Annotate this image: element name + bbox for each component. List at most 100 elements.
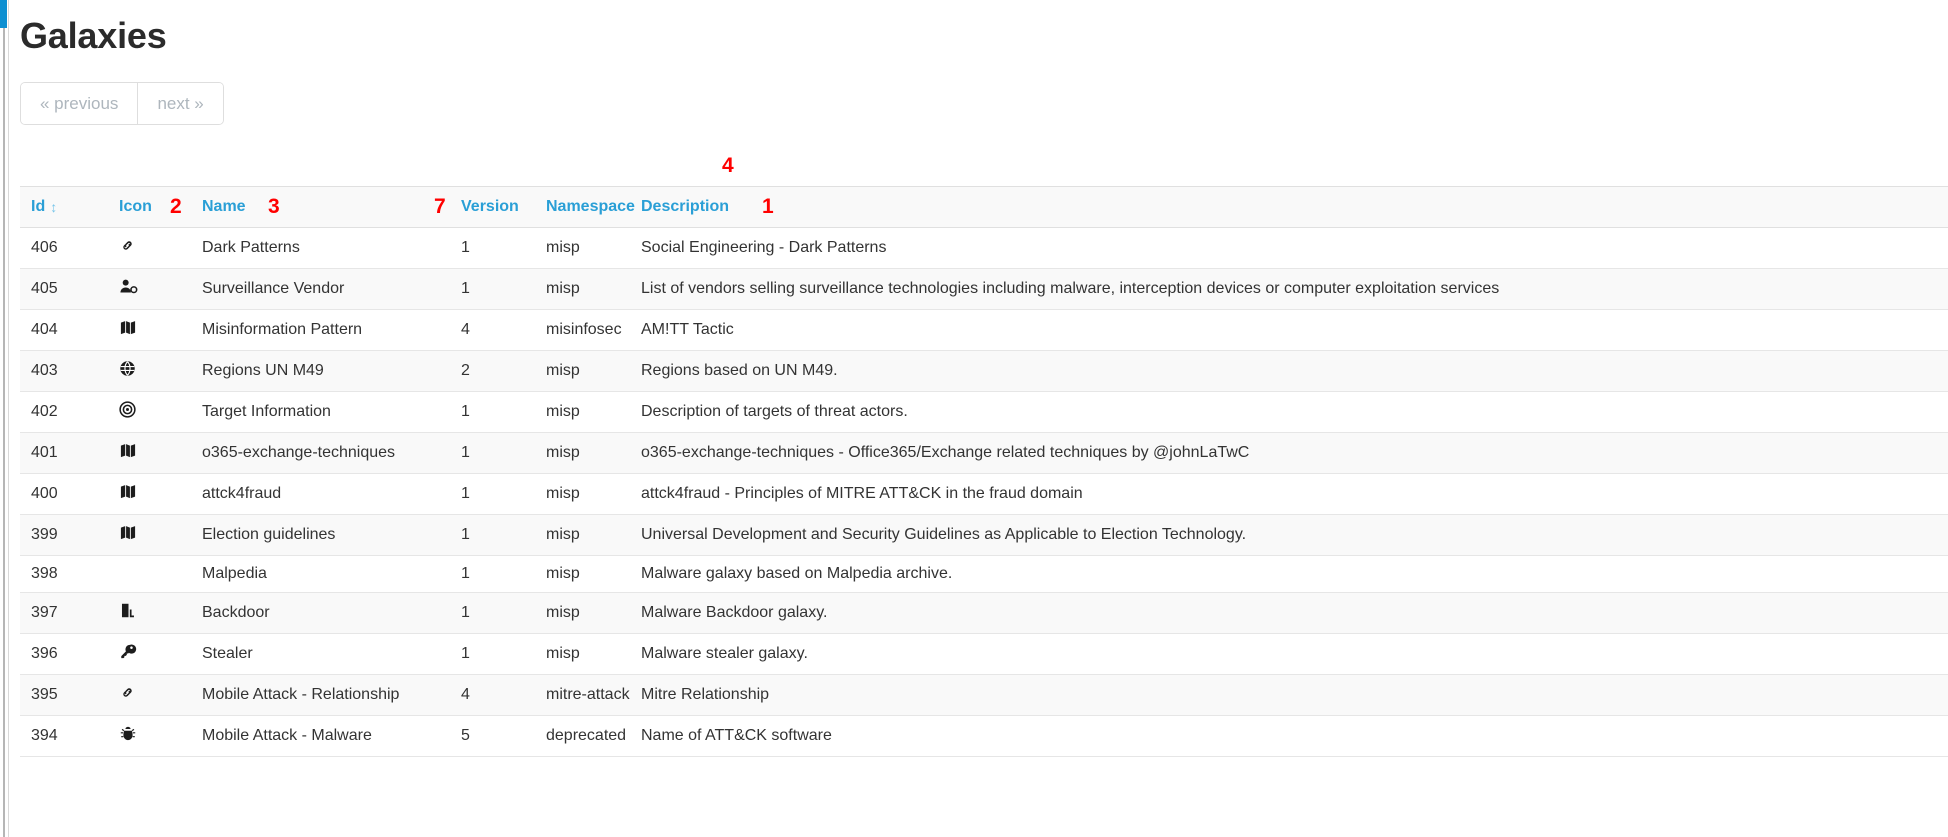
table-row[interactable]: 406 Dark Patterns 1 misp Social Engineering …	[20, 227, 1948, 269]
cell-name[interactable]: Mobile Attack - Malware	[202, 715, 461, 757]
cell-description: Social Engineering - Dark Patterns	[641, 227, 1948, 269]
cell-icon	[119, 555, 202, 593]
galaxies-table: Id ↕ Icon Name Version Namespace Descript…	[20, 186, 1948, 757]
map-icon	[119, 319, 137, 336]
cell-name[interactable]: Target Information	[202, 391, 461, 433]
cell-name[interactable]: Mobile Attack - Relationship	[202, 674, 461, 716]
cell-name[interactable]: o365-exchange-techniques	[202, 432, 461, 474]
annotation-marker: 3	[268, 195, 280, 218]
cell-id: 406	[20, 227, 119, 269]
cell-id: 398	[20, 555, 119, 593]
annotation-marker: 2	[170, 195, 182, 218]
cell-version: 1	[461, 432, 546, 474]
cell-version: 1	[461, 555, 546, 593]
table-row[interactable]: 404 Misinformation Pattern 4 misinfosec AM!T…	[20, 309, 1948, 351]
cell-icon	[119, 473, 202, 515]
cell-id: 401	[20, 432, 119, 474]
table-row[interactable]: 394 Mobile Attack - Malware 5 deprecated Nam…	[20, 715, 1948, 757]
cell-namespace: misp	[546, 227, 641, 269]
column-header-version-label: Version	[461, 198, 519, 215]
cell-version: 1	[461, 592, 546, 634]
cell-name[interactable]: Malpedia	[202, 555, 461, 593]
cell-description: attck4fraud - Principles of MITRE ATT&CK…	[641, 473, 1948, 515]
cell-name[interactable]: Surveillance Vendor	[202, 268, 461, 310]
table-row[interactable]: 398 Malpedia 1 misp Malware galaxy based on …	[20, 555, 1948, 593]
cell-icon	[119, 592, 202, 634]
cell-version: 1	[461, 268, 546, 310]
cell-version: 5	[461, 715, 546, 757]
cell-description: List of vendors selling surveillance tec…	[641, 268, 1948, 310]
table-row[interactable]: 403 Regions UN M49 2 misp Regions based on U…	[20, 350, 1948, 392]
cell-id: 399	[20, 514, 119, 556]
cell-namespace: misp	[546, 592, 641, 634]
cell-description: Malware galaxy based on Malpedia archive…	[641, 555, 1948, 593]
table-row[interactable]: 402 Target Information 1 misp Description of…	[20, 391, 1948, 433]
map-icon	[119, 483, 137, 500]
cell-icon	[119, 268, 202, 310]
cell-icon	[119, 432, 202, 474]
cell-name[interactable]: Misinformation Pattern	[202, 309, 461, 351]
column-header-id[interactable]: Id ↕	[20, 186, 119, 228]
cell-id: 405	[20, 268, 119, 310]
table-row[interactable]: 396 Stealer 1 misp Malware stealer galaxy.	[20, 633, 1948, 675]
bullseye-icon	[119, 401, 136, 418]
cell-version: 1	[461, 633, 546, 675]
cell-version: 1	[461, 473, 546, 515]
table-row[interactable]: 395 Mobile Attack - Relationship 4 mitre-at…	[20, 674, 1948, 716]
cell-icon	[119, 391, 202, 433]
key-icon	[119, 643, 137, 660]
cell-id: 397	[20, 592, 119, 634]
column-header-description-label: Description	[641, 198, 730, 215]
cell-name[interactable]: attck4fraud	[202, 473, 461, 515]
cell-icon	[119, 674, 202, 716]
door-open-icon	[119, 602, 137, 619]
column-header-version[interactable]: Version	[461, 186, 546, 228]
cell-namespace: misp	[546, 473, 641, 515]
cell-id: 400	[20, 473, 119, 515]
table-row[interactable]: 397 Backdoor 1 misp Malware Backdoor galaxy.	[20, 592, 1948, 634]
cell-icon	[119, 514, 202, 556]
column-header-name[interactable]: Name	[202, 186, 461, 228]
map-icon	[119, 524, 137, 541]
page-container: Galaxies « previous next » Id ↕ Icon Name…	[9, 0, 1948, 837]
cell-name[interactable]: Election guidelines	[202, 514, 461, 556]
cell-icon	[119, 715, 202, 757]
table-row[interactable]: 400 attck4fraud 1 misp attck4fraud - Princip…	[20, 473, 1948, 515]
cell-icon	[119, 227, 202, 269]
globe-icon	[119, 360, 136, 377]
cell-name[interactable]: Backdoor	[202, 592, 461, 634]
previous-page-button[interactable]: « previous	[21, 83, 139, 124]
cell-id: 402	[20, 391, 119, 433]
cell-namespace: deprecated	[546, 715, 641, 757]
cell-description: Mitre Relationship	[641, 674, 1948, 716]
table-header: Id ↕ Icon Name Version Namespace Descript…	[20, 186, 1948, 228]
cell-namespace: misp	[546, 514, 641, 556]
cell-description: o365-exchange-techniques - Office365/Exc…	[641, 432, 1948, 474]
cell-id: 404	[20, 309, 119, 351]
cell-name[interactable]: Regions UN M49	[202, 350, 461, 392]
column-header-namespace-label: Namespace	[546, 198, 635, 215]
cell-id: 403	[20, 350, 119, 392]
cell-version: 2	[461, 350, 546, 392]
table-row[interactable]: 399 Election guidelines 1 misp Universal Dev…	[20, 514, 1948, 556]
cell-description: Malware Backdoor galaxy.	[641, 592, 1948, 634]
cell-name[interactable]: Stealer	[202, 633, 461, 675]
cell-version: 1	[461, 227, 546, 269]
left-rail-divider	[3, 28, 5, 837]
next-page-button[interactable]: next »	[138, 83, 223, 124]
column-header-icon[interactable]: Icon	[119, 186, 202, 228]
column-header-namespace[interactable]: Namespace	[546, 186, 641, 228]
cell-description: Description of targets of threat actors.	[641, 391, 1948, 433]
column-header-name-label: Name	[202, 198, 246, 215]
column-header-description[interactable]: Description	[641, 186, 1948, 228]
table-row[interactable]: 405 Surveillance Vendor 1 misp List of vendo…	[20, 268, 1948, 310]
cell-namespace: mitre-attack	[546, 674, 641, 716]
cell-namespace: misp	[546, 555, 641, 593]
cell-namespace: misp	[546, 391, 641, 433]
sort-icon[interactable]: ↕	[50, 200, 57, 214]
table-row[interactable]: 401 o365-exchange-techniques 1 misp o365-exc…	[20, 432, 1948, 474]
cell-name[interactable]: Dark Patterns	[202, 227, 461, 269]
top-left-accent-bar	[0, 0, 7, 28]
cell-description: Malware stealer galaxy.	[641, 633, 1948, 675]
table-header-row: Id ↕ Icon Name Version Namespace Descript…	[20, 186, 1948, 228]
